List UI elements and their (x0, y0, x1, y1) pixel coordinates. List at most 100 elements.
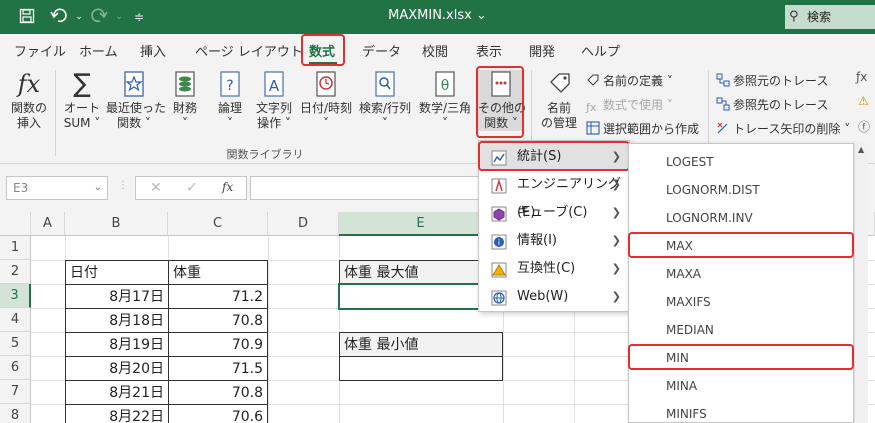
tab-home[interactable]: ホーム (79, 41, 118, 60)
fx-icon: fx (17, 70, 41, 98)
name-box-value: E3 (13, 181, 29, 195)
function-item-logest[interactable]: LOGEST (629, 148, 853, 176)
cube-icon (491, 205, 507, 222)
cell-b8[interactable]: 8月22日 (65, 404, 169, 423)
menu-item-web-label: Web(W) (517, 289, 569, 304)
row-header-8[interactable]: 8 (0, 404, 31, 423)
insert-function-label-2: 挿入 (16, 116, 41, 130)
datetime-button[interactable]: 日付/時刻 ˅ (298, 70, 354, 131)
insert-function-button[interactable]: fx 関数の 挿入 (8, 70, 50, 131)
row-header-5[interactable]: 5 (0, 332, 31, 356)
text-button[interactable]: A 文字列 操作 ˅ (253, 70, 295, 131)
cell-c2[interactable]: 体重 (168, 260, 268, 285)
enter-icon[interactable]: ✓ (186, 180, 198, 196)
search-box[interactable]: ⚲ 検索 (785, 5, 875, 29)
menu-item-engineering[interactable]: エンジニアリング(E) ❯ (479, 171, 629, 220)
create-from-selection-button[interactable]: 選択範囲から作成 (586, 120, 699, 137)
row-header-6[interactable]: 6 (0, 356, 31, 380)
error-check-icon[interactable]: ⚠ (858, 94, 869, 108)
select-all-corner[interactable] (0, 212, 31, 236)
title-dropdown-icon: ⌄ (475, 8, 487, 23)
row-header-3[interactable]: 3 (0, 284, 31, 308)
cell-e6[interactable] (339, 356, 503, 381)
submenu-scrollbar[interactable]: ▲ (854, 143, 868, 423)
menu-item-compatibility[interactable]: 互換性(C) ❯ (479, 255, 629, 283)
function-item-mina[interactable]: MINA (629, 372, 853, 400)
engineering-icon (491, 177, 507, 194)
cell-c5[interactable]: 70.9 (168, 332, 268, 357)
tab-help[interactable]: ヘルプ (581, 41, 620, 60)
math-button[interactable]: θ 数学/三角 ˅ (416, 70, 474, 131)
insert-function-icon[interactable]: fx (222, 180, 233, 194)
row-header-7[interactable]: 7 (0, 380, 31, 404)
cell-b2[interactable]: 日付 (65, 260, 169, 285)
row-header-4[interactable]: 4 (0, 308, 31, 332)
financial-label: 財務 (172, 101, 197, 115)
cell-b4[interactable]: 8月18日 (65, 308, 169, 333)
search-label: 検索 (807, 10, 832, 24)
menu-item-web[interactable]: Web(W) ❯ (479, 283, 629, 311)
cell-e5[interactable]: 体重 最小値 (339, 332, 503, 357)
tab-review[interactable]: 校閲 (422, 41, 448, 60)
use-in-formula-button[interactable]: ƒx 数式で使用 ˅ (586, 96, 673, 115)
financial-button[interactable]: 財務 ˅ (168, 70, 202, 131)
autosum-label-1: オート (63, 101, 100, 115)
cell-c4[interactable]: 70.8 (168, 308, 268, 333)
name-box-dropdown-icon[interactable]: ⌄ (94, 177, 102, 199)
function-item-lognorm-dist[interactable]: LOGNORM.DIST (629, 176, 853, 204)
column-header-d[interactable]: D (268, 212, 339, 236)
column-header-b[interactable]: B (65, 212, 168, 236)
column-header-a[interactable]: A (31, 212, 65, 236)
magnifier-book-icon (371, 70, 399, 98)
column-header-c[interactable]: C (168, 212, 268, 236)
name-manager-label-2: の管理 (540, 116, 577, 130)
remove-arrows-button[interactable]: トレース矢印の削除 ˅ (716, 120, 850, 137)
tab-data[interactable]: データ (362, 41, 401, 60)
highlight-max-item (628, 232, 854, 258)
text-book-icon: A (260, 70, 288, 98)
trace-dependents-button[interactable]: 参照先のトレース (716, 96, 828, 113)
show-formulas-icon[interactable]: ƒx (856, 70, 867, 84)
lookup-button[interactable]: 検索/行列 ˅ (356, 70, 414, 131)
function-item-maxa[interactable]: MAXA (629, 260, 853, 288)
function-item-median[interactable]: MEDIAN (629, 316, 853, 344)
autosum-button[interactable]: ∑ オート SUM ˅ (60, 70, 104, 131)
tab-view[interactable]: 表示 (476, 41, 502, 60)
row-header-2[interactable]: 2 (0, 260, 31, 284)
cell-b3[interactable]: 8月17日 (65, 284, 169, 309)
cancel-icon[interactable]: ✕ (150, 180, 162, 196)
cell-c3[interactable]: 71.2 (168, 284, 268, 309)
information-icon: i (491, 233, 507, 250)
menu-item-information[interactable]: i 情報(I) ❯ (479, 227, 629, 255)
cell-c7[interactable]: 70.8 (168, 380, 268, 405)
scroll-up-icon[interactable]: ▲ (858, 145, 864, 154)
tab-insert[interactable]: 挿入 (140, 41, 166, 60)
logical-button[interactable]: ? 論理 ˅ (213, 70, 247, 131)
trace-precedents-button[interactable]: 参照元のトレース (716, 72, 828, 89)
cell-b5[interactable]: 8月19日 (65, 332, 169, 357)
create-from-selection-label: 選択範囲から作成 (603, 122, 700, 136)
evaluate-formula-icon[interactable]: ⓕ (858, 118, 870, 135)
name-manager-button[interactable]: 名前 の管理 (537, 70, 581, 131)
recently-used-button[interactable]: 最近使った 関数 ˅ (106, 70, 166, 131)
function-item-maxifs[interactable]: MAXIFS (629, 288, 853, 316)
window-title[interactable]: MAXMIN.xlsx ⌄ (0, 8, 875, 23)
cell-b7[interactable]: 8月21日 (65, 380, 169, 405)
tab-developer[interactable]: 開発 (529, 41, 555, 60)
menu-item-cube[interactable]: キューブ(C) ❯ (479, 199, 629, 227)
cell-b6[interactable]: 8月20日 (65, 356, 169, 381)
function-item-lognorm-inv[interactable]: LOGNORM.INV (629, 204, 853, 232)
tab-page-layout[interactable]: ページ レイアウト (195, 41, 303, 60)
function-item-minifs[interactable]: MINIFS (629, 400, 853, 422)
tab-file[interactable]: ファイル (14, 41, 66, 60)
financial-caret: ˅ (182, 116, 188, 130)
row-header-1[interactable]: 1 (0, 236, 31, 260)
title-bar: ⌄ ⌄ ≑ MAXMIN.xlsx ⌄ ⚲ 検索 (0, 0, 875, 34)
define-name-button[interactable]: 名前の定義 ˅ (586, 72, 673, 89)
name-box[interactable]: E3 ⌄ (6, 176, 108, 200)
formula-small-icon: ƒx (586, 101, 597, 114)
svg-text:A: A (269, 77, 280, 95)
highlight-min-item (628, 344, 854, 370)
cell-c6[interactable]: 71.5 (168, 356, 268, 381)
cell-c8[interactable]: 70.6 (168, 404, 268, 423)
